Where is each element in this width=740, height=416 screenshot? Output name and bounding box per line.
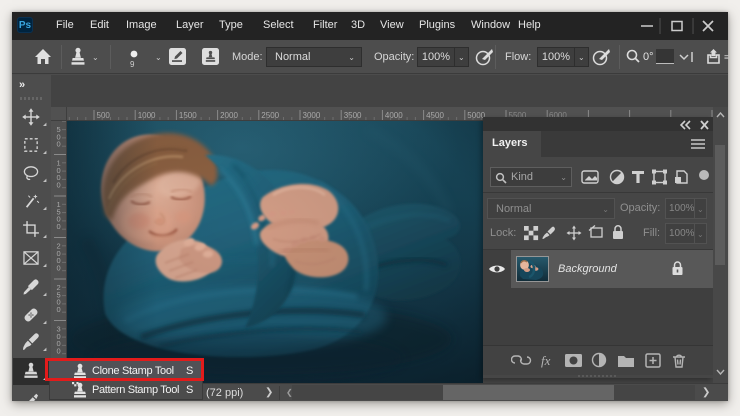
svg-text:0: 0 [57,263,61,272]
svg-text:2000: 2000 [220,111,238,120]
svg-text:1000: 1000 [138,111,156,120]
svg-text:0: 0 [57,222,61,231]
svg-text:0: 0 [57,346,61,355]
svg-text:1500: 1500 [179,111,197,120]
svg-text:3500: 3500 [344,111,362,120]
svg-text:4000: 4000 [385,111,403,120]
svg-text:2500: 2500 [261,111,279,120]
svg-text:0: 0 [57,180,61,189]
svg-text:3000: 3000 [303,111,321,120]
svg-text:4500: 4500 [426,111,444,120]
svg-text:500: 500 [97,111,111,120]
svg-text:0: 0 [57,305,61,314]
svg-text:fx: fx [541,353,551,368]
svg-text:0: 0 [57,140,61,149]
